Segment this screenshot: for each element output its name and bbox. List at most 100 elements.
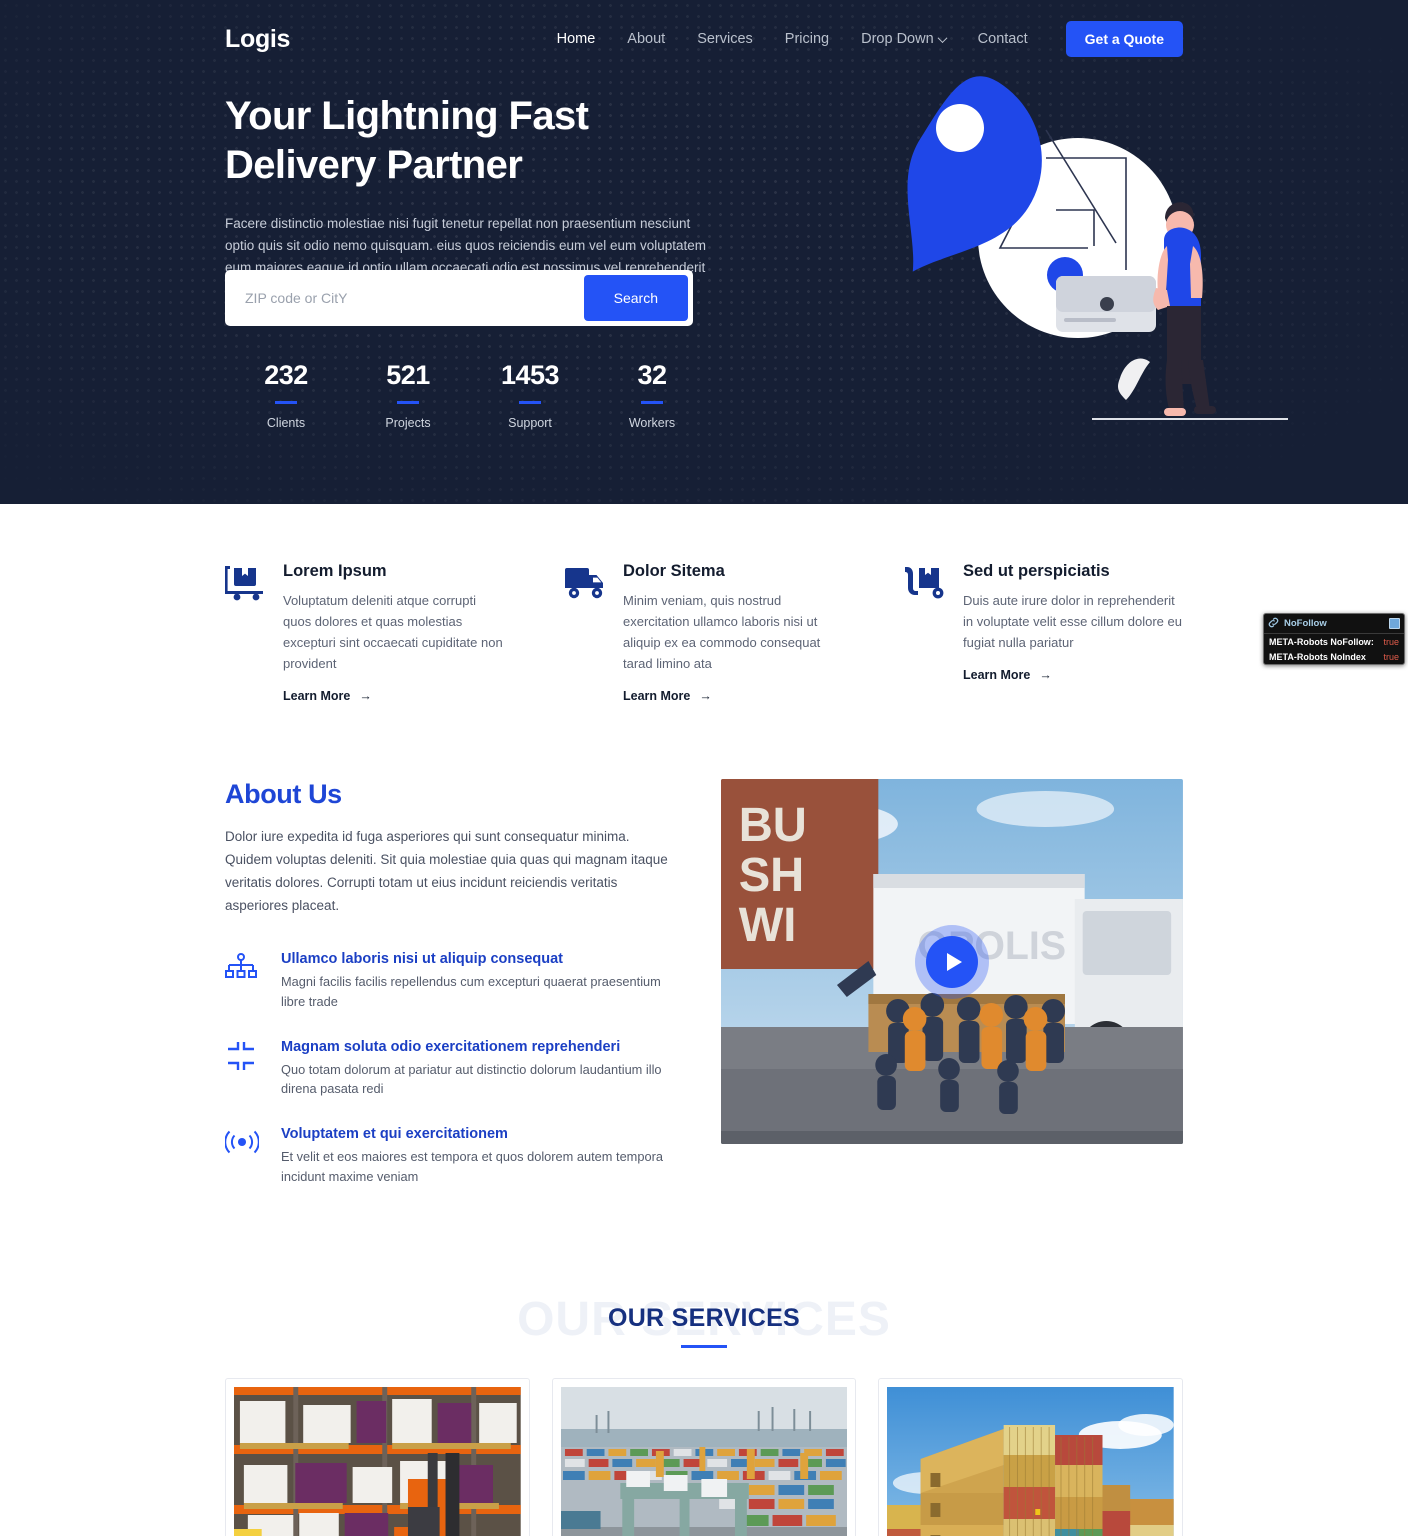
stat-value: 32 xyxy=(637,360,667,390)
hero-title-line-1: Your Lightning Fast xyxy=(225,94,589,138)
nofollow-extension-panel[interactable]: NoFollow META-Robots NoFollow: true META… xyxy=(1263,613,1405,665)
warehouse-storage-photo xyxy=(234,1386,521,1536)
feature-title: Dolor Sitema xyxy=(623,562,725,580)
nav-item-label: Home xyxy=(556,31,596,47)
nofollow-panel-title: NoFollow xyxy=(1284,618,1327,629)
sitemap-icon xyxy=(225,951,263,1012)
svg-text:SH: SH xyxy=(739,849,805,902)
page-title: Your Lightning Fast Delivery Partner xyxy=(225,92,725,190)
stat-divider xyxy=(641,401,663,404)
stat-label: Workers xyxy=(628,416,676,430)
stat-item: 1453 Support xyxy=(469,360,591,430)
brand-logo[interactable]: Logis xyxy=(225,25,290,54)
about-item-title: Magnam soluta odio exercitationem repreh… xyxy=(281,1038,621,1055)
nav-item-home[interactable]: Home xyxy=(541,31,612,47)
feature-card: Sed ut perspiciatis Duis aute irure dolo… xyxy=(905,562,1183,705)
nav-item-services[interactable]: Services xyxy=(681,31,769,47)
svg-text:WI: WI xyxy=(739,899,797,952)
about-item-text: Et velit et eos maiores est tempora et q… xyxy=(281,1149,663,1185)
feature-text: Voluptatum deleniti atque corrupti quos … xyxy=(283,593,503,672)
service-card-storage[interactable]: STORAGE Cumque eos in qui numquam. Aut a… xyxy=(225,1377,530,1536)
stat-divider xyxy=(519,401,541,404)
container-port-photo xyxy=(560,1386,848,1536)
stat-label: Support xyxy=(508,416,552,430)
about-list-item: Voluptatem et qui exercitationem Et veli… xyxy=(224,1126,679,1187)
services-heading: OUR SERVICES xyxy=(607,1303,801,1332)
nav-item-label: Services xyxy=(697,31,753,47)
learn-more-label: Learn More xyxy=(963,668,1031,683)
play-triangle-icon xyxy=(946,952,962,971)
stacked-containers-photo xyxy=(887,1386,1175,1536)
feature-text: Duis aute irure dolor in reprehenderit i… xyxy=(963,593,1182,651)
learn-more-link[interactable]: Learn More → xyxy=(623,689,712,703)
features-section: Lorem Ipsum Voluptatum deleniti atque co… xyxy=(0,504,1408,705)
nofollow-row-value: true xyxy=(1383,636,1399,647)
get-a-quote-button[interactable]: Get a Quote xyxy=(1065,21,1183,57)
learn-more-link[interactable]: Learn More → xyxy=(963,668,1052,682)
nofollow-row-key: META-Robots NoIndex xyxy=(1269,651,1366,662)
delivery-truck-icon xyxy=(565,562,607,705)
arrow-right-icon: → xyxy=(699,689,712,704)
hero-section: Logis Home About Services Pricing Drop D… xyxy=(0,0,1408,504)
about-item-title: Ullamco laboris nisi ut aliquip consequa… xyxy=(281,950,563,967)
hero-copy: Your Lightning Fast Delivery Partner Fac… xyxy=(225,92,725,280)
stat-item: 521 Projects xyxy=(347,360,469,430)
about-paragraph: Dolor iure expedita id fuga asperiores q… xyxy=(225,829,668,913)
services-card-grid: STORAGE Cumque eos in qui numquam. Aut a… xyxy=(0,1377,1408,1536)
about-item-title: Voluptatem et qui exercitationem xyxy=(281,1126,508,1143)
search-button[interactable]: Search xyxy=(583,275,688,321)
cart-box-icon xyxy=(225,562,267,705)
services-section: OUR SERVICES OUR SERVICES xyxy=(0,1214,1408,1536)
chevron-down-icon xyxy=(937,32,948,43)
stat-label: Clients xyxy=(266,416,306,430)
nav-item-pricing[interactable]: Pricing xyxy=(769,31,845,47)
stat-value: 521 xyxy=(386,360,430,390)
stat-value: 232 xyxy=(264,360,308,390)
about-section: About Us Dolor iure expedita id fuga asp… xyxy=(0,705,1408,1214)
feature-card: Dolor Sitema Minim veniam, quis nostrud … xyxy=(565,562,843,705)
stat-divider xyxy=(397,401,419,404)
learn-more-link[interactable]: Learn More → xyxy=(283,689,372,703)
learn-more-label: Learn More xyxy=(283,689,351,704)
stat-item: 232 Clients xyxy=(225,360,347,430)
hero-illustration xyxy=(888,60,1288,450)
stat-label: Projects xyxy=(385,416,431,430)
nav-item-label: Drop Down xyxy=(861,31,934,47)
nofollow-row: META-Robots NoIndex true xyxy=(1264,649,1404,664)
nofollow-row: META-Robots NoFollow: true xyxy=(1264,634,1404,649)
nofollow-panel-header: NoFollow xyxy=(1264,614,1404,634)
link-chain-icon xyxy=(1268,617,1279,630)
learn-more-label: Learn More xyxy=(623,689,691,704)
top-navigation: Logis Home About Services Pricing Drop D… xyxy=(0,0,1408,78)
arrow-right-icon: → xyxy=(359,689,372,704)
nav-item-about[interactable]: About xyxy=(611,31,681,47)
nav-links: Home About Services Pricing Drop Down Co… xyxy=(541,21,1183,57)
broadcast-signal-icon xyxy=(224,1126,263,1187)
nav-item-label: Contact xyxy=(977,31,1028,47)
arrow-right-icon: → xyxy=(1039,668,1052,683)
about-item-text: Quo totam dolorum at pariatur aut distin… xyxy=(281,1061,662,1097)
nav-item-contact[interactable]: Contact xyxy=(962,31,1044,47)
services-header: OUR SERVICES OUR SERVICES xyxy=(0,1286,1408,1378)
hand-truck-icon xyxy=(905,562,947,705)
service-card-cargo[interactable]: CARGO Dicta quam similique quia architec… xyxy=(878,1377,1184,1536)
page-root: Logis Home About Services Pricing Drop D… xyxy=(0,0,1408,1536)
stat-divider xyxy=(275,401,297,404)
stat-value: 1453 xyxy=(500,360,560,390)
nofollow-row-key: META-Robots NoFollow: xyxy=(1269,636,1374,647)
feature-title: Sed ut perspiciatis xyxy=(963,562,1110,580)
nofollow-row-value: true xyxy=(1383,651,1399,662)
nav-item-label: Pricing xyxy=(784,31,830,47)
about-video-thumbnail[interactable]: BU SH WI OPOLIS xyxy=(721,779,1183,1145)
play-button[interactable] xyxy=(926,935,979,988)
about-heading: About Us xyxy=(225,779,342,810)
feature-card: Lorem Ipsum Voluptatum deleniti atque co… xyxy=(225,562,503,705)
about-list-item: Magnam soluta odio exercitationem repreh… xyxy=(225,1039,679,1100)
nofollow-toggle-button[interactable] xyxy=(1389,618,1400,629)
feature-text: Minim veniam, quis nostrud exercitation … xyxy=(623,593,821,672)
feature-title: Lorem Ipsum xyxy=(283,562,387,580)
search-input[interactable] xyxy=(230,275,584,321)
service-card-logistics[interactable]: LOGISTICS Asperiores provident dolor acc… xyxy=(551,1377,857,1536)
nav-item-drop-down[interactable]: Drop Down xyxy=(845,31,962,47)
fullscreen-corners-icon xyxy=(225,1039,263,1100)
